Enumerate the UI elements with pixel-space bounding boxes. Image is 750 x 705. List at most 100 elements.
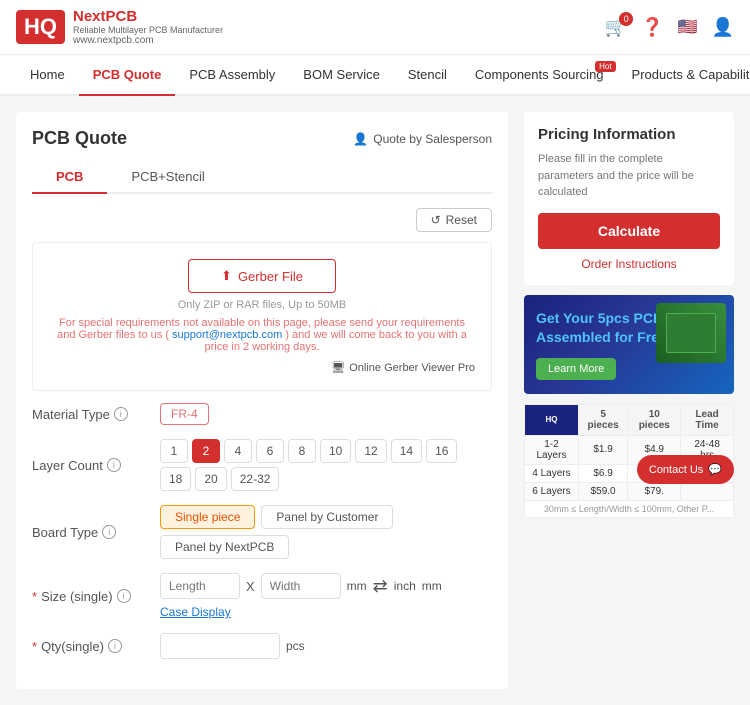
table-logo-cell: HQ xyxy=(525,404,579,435)
board-type-controls: Single piece Panel by Customer Panel by … xyxy=(160,505,492,559)
upload-gerber-button[interactable]: ⬆ Gerber File xyxy=(188,259,336,293)
layer-btn-8[interactable]: 8 xyxy=(288,439,316,463)
learn-more-button[interactable]: Learn More xyxy=(536,358,616,380)
upload-area: ⬆ Gerber File Only ZIP or RAR files, Up … xyxy=(32,242,492,391)
right-panel: Pricing Information Please fill in the c… xyxy=(524,112,734,689)
pricing-box: Pricing Information Please fill in the c… xyxy=(524,112,734,285)
table-row: 6 Layers $59.0 $79. xyxy=(525,482,734,500)
layer-btn-1[interactable]: 1 xyxy=(160,439,188,463)
layer-btn-14[interactable]: 14 xyxy=(391,439,422,463)
page-content: PCB Quote 👤 Quote by Salesperson PCB PCB… xyxy=(0,96,750,705)
reset-label: Reset xyxy=(446,213,477,227)
quote-by-salesperson[interactable]: 👤 Quote by Salesperson xyxy=(353,132,492,146)
reset-icon: ↺ xyxy=(431,213,441,227)
logo-text: NextPCB Reliable Multilayer PCB Manufact… xyxy=(73,8,223,46)
size-unit-inch: inch xyxy=(394,579,416,593)
person-icon: 👤 xyxy=(353,132,368,146)
top-bar: HQ NextPCB Reliable Multilayer PCB Manuf… xyxy=(0,0,750,55)
nav-home[interactable]: Home xyxy=(16,55,79,94)
layer-btn-18[interactable]: 18 xyxy=(160,467,191,491)
logo-box[interactable]: HQ xyxy=(16,10,65,44)
logo-hq: HQ xyxy=(24,14,57,40)
support-email-link[interactable]: support@nextpcb.com xyxy=(172,329,282,341)
table-cell-layers-1: 1-2 Layers xyxy=(525,435,579,464)
help-icon[interactable]: ❓ xyxy=(641,17,663,38)
cart-icon[interactable]: 🛒0 xyxy=(605,17,627,38)
monitor-icon: 🖥 xyxy=(331,361,345,374)
page-title: PCB Quote xyxy=(32,128,127,149)
qty-controls: pcs xyxy=(160,633,305,659)
layer-btn-6[interactable]: 6 xyxy=(256,439,284,463)
material-type-label: Material Type i xyxy=(32,407,152,422)
upload-icon: ⬆ xyxy=(221,268,232,284)
calculate-button[interactable]: Calculate xyxy=(538,213,720,249)
material-info-icon[interactable]: i xyxy=(114,407,128,421)
qty-row: * Qty(single) i pcs xyxy=(32,633,492,659)
pcb-deco-inner xyxy=(666,313,716,353)
layer-count-label: Layer Count i xyxy=(32,458,152,473)
nav-components-sourcing[interactable]: Components Sourcing Hot xyxy=(461,55,618,94)
user-icon[interactable]: 👤 xyxy=(712,17,734,38)
layer-count-controls: 1 2 4 6 8 10 12 14 16 18 20 22-32 xyxy=(160,439,492,491)
case-display-link[interactable]: Case Display xyxy=(160,605,231,619)
reset-button[interactable]: ↺ Reset xyxy=(416,208,492,232)
fr4-tag[interactable]: FR-4 xyxy=(160,403,209,425)
size-switch-icon[interactable]: ⇄ xyxy=(373,576,388,597)
table-cell-layers-2: 4 Layers xyxy=(525,464,579,482)
promo-banner: Get Your 5pcs PCB Assembled for Free Lea… xyxy=(524,295,734,394)
table-cell-5-3: $59.0 xyxy=(578,482,627,500)
page-header: PCB Quote 👤 Quote by Salesperson xyxy=(32,128,492,149)
size-length-input[interactable] xyxy=(160,573,240,599)
nav-bom-service[interactable]: BOM Service xyxy=(289,55,394,94)
table-cell-layers-3: 6 Layers xyxy=(525,482,579,500)
board-info-icon[interactable]: i xyxy=(102,525,116,539)
layer-btn-12[interactable]: 12 xyxy=(355,439,386,463)
tab-pcb[interactable]: PCB xyxy=(32,161,107,194)
layer-btn-10[interactable]: 10 xyxy=(320,439,351,463)
gerber-viewer-link[interactable]: 🖥 Online Gerber Viewer Pro xyxy=(49,361,475,374)
layer-btn-20[interactable]: 20 xyxy=(195,467,226,491)
layer-btn-22-32[interactable]: 22-32 xyxy=(231,467,280,491)
qty-input[interactable] xyxy=(160,633,280,659)
contact-us-button[interactable]: Contact Us 💬 xyxy=(637,455,734,484)
flag-icon[interactable]: 🇺🇸 xyxy=(678,17,698,37)
table-cell-lead-3 xyxy=(681,482,734,500)
material-type-controls: FR-4 xyxy=(160,403,209,425)
size-unit-mm2: mm xyxy=(422,579,442,593)
size-unit-mm: mm xyxy=(347,579,367,593)
table-note: 30mm ≤ Length/Width ≤ 100mm, Other P... xyxy=(525,500,734,517)
nav-pcb-assembly[interactable]: PCB Assembly xyxy=(175,55,289,94)
size-x-label: X xyxy=(246,579,255,594)
board-btn-nextpcb[interactable]: Panel by NextPCB xyxy=(160,535,289,559)
qty-info-icon[interactable]: i xyxy=(108,639,122,653)
layer-info-icon[interactable]: i xyxy=(107,458,121,472)
tagline: Reliable Multilayer PCB Manufacturer xyxy=(73,25,223,35)
size-width-input[interactable] xyxy=(261,573,341,599)
logo-area: HQ NextPCB Reliable Multilayer PCB Manuf… xyxy=(16,8,223,46)
pcb-decoration xyxy=(656,303,726,363)
tab-pcb-stencil[interactable]: PCB+Stencil xyxy=(107,161,228,192)
chat-icon: 💬 xyxy=(708,463,722,476)
table-note-row: 30mm ≤ Length/Width ≤ 100mm, Other P... xyxy=(525,500,734,517)
qty-unit: pcs xyxy=(286,639,305,653)
layer-btn-2[interactable]: 2 xyxy=(192,439,220,463)
contact-label: Contact Us xyxy=(649,464,703,476)
layer-btn-4[interactable]: 4 xyxy=(224,439,252,463)
size-label: * Size (single) i xyxy=(32,589,152,604)
size-info-icon[interactable]: i xyxy=(117,589,131,603)
material-type-row: Material Type i FR-4 xyxy=(32,403,492,425)
order-instructions-link[interactable]: Order Instructions xyxy=(538,257,720,271)
board-type-label: Board Type i xyxy=(32,525,152,540)
layer-btn-16[interactable]: 16 xyxy=(426,439,457,463)
upload-btn-label: Gerber File xyxy=(238,269,303,284)
table-cell-5-2: $6.9 xyxy=(578,464,627,482)
nav-pcb-quote[interactable]: PCB Quote xyxy=(79,55,176,96)
qty-label: * Qty(single) i xyxy=(32,639,152,654)
upload-note: For special requirements not available o… xyxy=(49,317,475,353)
nav-stencil[interactable]: Stencil xyxy=(394,55,461,94)
nav-products[interactable]: Products & Capabilities xyxy=(618,55,750,94)
table-header-5-pieces: 5 pieces xyxy=(578,404,627,435)
board-btn-customer[interactable]: Panel by Customer xyxy=(261,505,393,529)
reset-row: ↺ Reset xyxy=(32,208,492,232)
board-btn-single[interactable]: Single piece xyxy=(160,505,255,529)
